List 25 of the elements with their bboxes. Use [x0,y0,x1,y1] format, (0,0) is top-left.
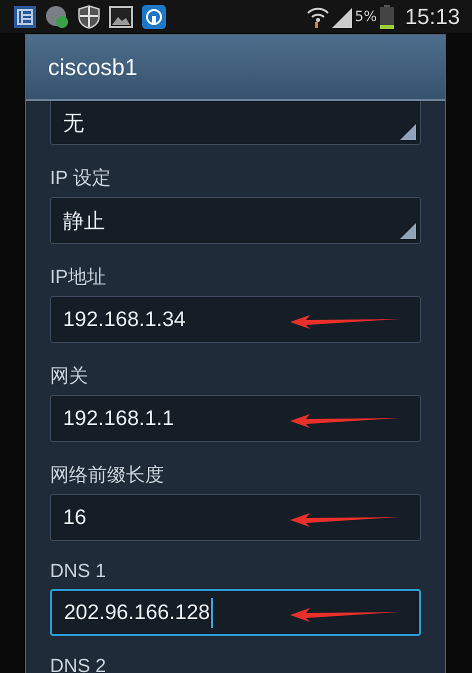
dropdown[interactable]: 无 [50,101,421,145]
shield-icon [78,4,100,28]
dialog-title: ciscosb1 [48,54,138,80]
dropdown-corner-icon [400,124,416,140]
field-label: 网络前缀长度 [50,464,165,488]
battery-percent: 5% [354,8,377,24]
battery-icon [380,4,394,28]
app-icon [142,4,166,28]
dropdown-corner-icon [400,223,416,239]
clock: 15:13 [404,4,460,30]
signal-icon [332,6,352,28]
field-label: 网关 [50,365,89,389]
image-icon [109,6,133,28]
input-field[interactable]: 192.168.1.1 [50,395,421,442]
field-label: DNS 1 [50,561,107,583]
dropdown[interactable]: 静止 [50,197,421,244]
input-field[interactable]: 202.96.166.128 [50,589,421,636]
grid-icon [14,6,36,28]
input-field[interactable]: 16 [50,494,421,541]
wifi-icon [306,6,329,28]
field-label: DNS 2 [50,656,107,673]
globe-sync-icon [45,4,69,28]
field-label: IP 设定 [50,167,112,191]
input-field[interactable]: 192.168.1.34 [50,296,421,343]
field-label: IP地址 [50,266,107,290]
